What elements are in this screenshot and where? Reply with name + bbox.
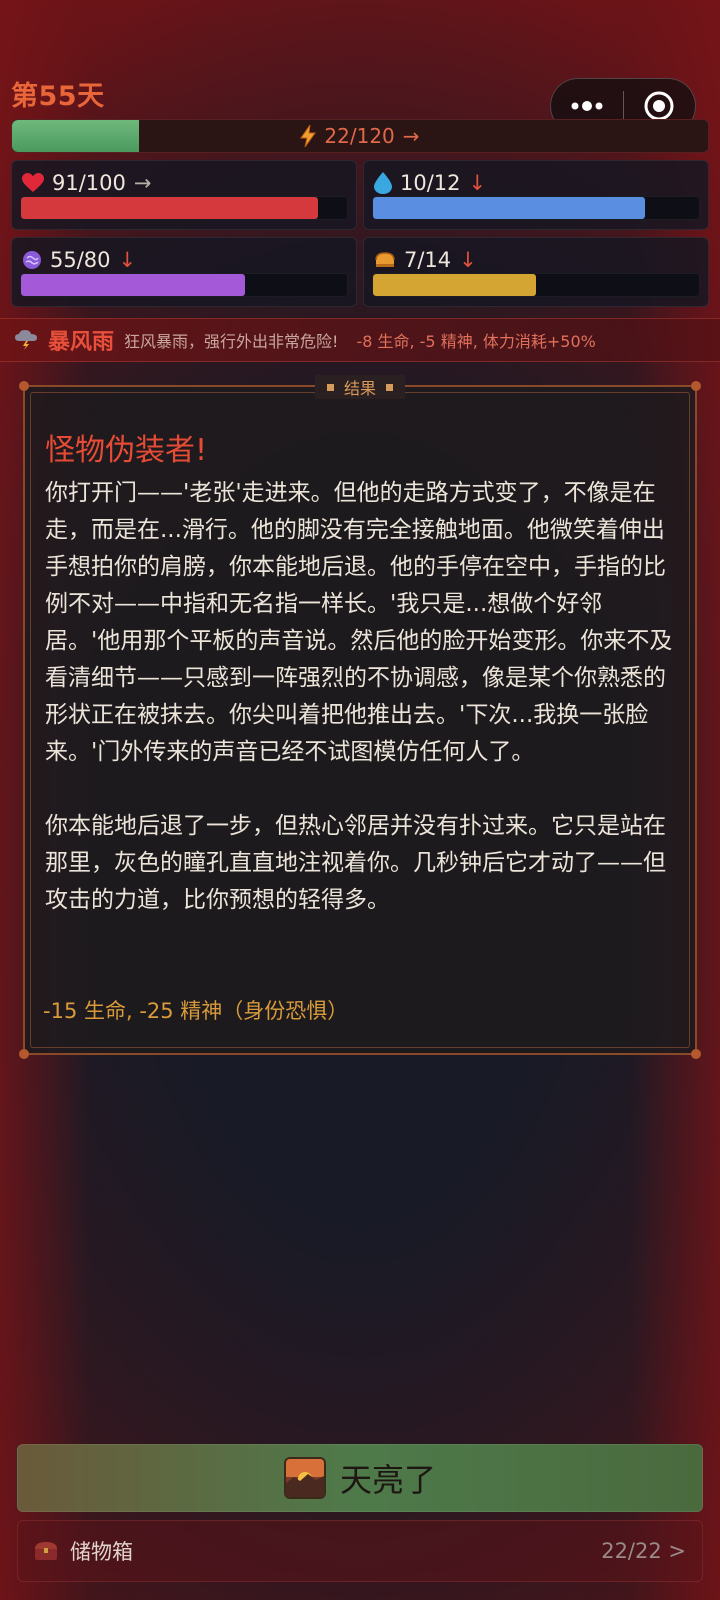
food-bar bbox=[372, 273, 700, 297]
brain-orb-icon bbox=[23, 251, 41, 269]
bread-icon bbox=[375, 252, 395, 267]
event-title: 怪物伪装者! bbox=[45, 433, 208, 468]
daybreak-button[interactable]: 天亮了 bbox=[17, 1444, 703, 1512]
weather-banner: 暴风雨 狂风暴雨，强行外出非常危险! -8 生命, -5 精神, 体力消耗+50… bbox=[0, 318, 720, 362]
day-counter: 第55天 bbox=[11, 81, 105, 112]
target-close-icon bbox=[644, 91, 674, 121]
storm-cloud-icon bbox=[15, 330, 37, 350]
panel-corner-ornament bbox=[691, 381, 701, 391]
panel-corner-ornament bbox=[691, 1049, 701, 1059]
weather-effect: -8 生命, -5 精神, 体力消耗+50% bbox=[356, 332, 596, 351]
daybreak-label: 天亮了 bbox=[339, 1461, 436, 1499]
weather-name: 暴风雨 bbox=[48, 330, 115, 355]
sunrise-icon bbox=[283, 1457, 326, 1499]
water-stat: 10/12 ↓ bbox=[363, 160, 709, 230]
storage-count: 22/22 > bbox=[601, 1539, 686, 1563]
water-bar bbox=[372, 196, 700, 220]
health-stat: 91/100 → bbox=[11, 160, 357, 230]
food-value: 7/14 bbox=[404, 248, 452, 272]
health-fill bbox=[21, 197, 318, 219]
weather-description: 狂风暴雨，强行外出非常危险! bbox=[124, 332, 339, 351]
sanity-stat: 55/80 ↓ bbox=[11, 237, 357, 307]
food-stat: 7/14 ↓ bbox=[363, 237, 709, 307]
more-dots-icon bbox=[571, 101, 603, 111]
result-panel: 结果 怪物伪装者! 你打开门——'老张'走进来。但他的走路方式变了，不像是在走，… bbox=[19, 375, 701, 1059]
label-ornament bbox=[326, 383, 334, 391]
energy-trend-arrow: → bbox=[402, 124, 420, 148]
lightning-icon bbox=[300, 125, 317, 147]
sanity-fill bbox=[21, 274, 246, 296]
chest-icon bbox=[35, 1542, 57, 1560]
food-trend-arrow: ↓ bbox=[459, 248, 477, 272]
event-effect: -15 生命, -25 精神（身份恐惧） bbox=[43, 999, 349, 1023]
sanity-trend-arrow: ↓ bbox=[118, 248, 137, 272]
food-fill bbox=[373, 274, 536, 296]
storage-label: 储物箱 bbox=[70, 1540, 133, 1564]
event-paragraph: 你打开门——'老张'走进来。但他的走路方式变了，不像是在走，而是在...滑行。他… bbox=[45, 480, 673, 765]
energy-readout: 22/120 → bbox=[12, 120, 708, 152]
health-value: 91/100 bbox=[52, 171, 126, 195]
water-drop-icon bbox=[374, 172, 392, 194]
water-value: 10/12 bbox=[400, 171, 461, 195]
event-paragraph: 你本能地后退了一步，但热心邻居并没有扑过来。它只是站在那里，灰色的瞳孔直直地注视… bbox=[45, 813, 666, 913]
panel-label: 结果 bbox=[314, 375, 406, 399]
sanity-value: 55/80 bbox=[50, 248, 111, 272]
sanity-bar bbox=[20, 273, 348, 297]
energy-value: 22/120 bbox=[324, 124, 395, 148]
water-trend-arrow: ↓ bbox=[468, 171, 487, 195]
health-trend-arrow: → bbox=[133, 171, 152, 195]
event-text: 你打开门——'老张'走进来。但他的走路方式变了，不像是在走，而是在...滑行。他… bbox=[45, 475, 675, 919]
energy-bar: 22/120 → bbox=[11, 119, 709, 153]
panel-corner-ornament bbox=[19, 1049, 29, 1059]
panel-corner-ornament bbox=[19, 381, 29, 391]
health-bar bbox=[20, 196, 348, 220]
storage-chest-row[interactable]: 储物箱 22/22 > bbox=[17, 1520, 703, 1582]
label-ornament bbox=[386, 383, 394, 391]
heart-icon bbox=[22, 173, 44, 192]
panel-label-text: 结果 bbox=[343, 379, 377, 398]
water-fill bbox=[373, 197, 645, 219]
